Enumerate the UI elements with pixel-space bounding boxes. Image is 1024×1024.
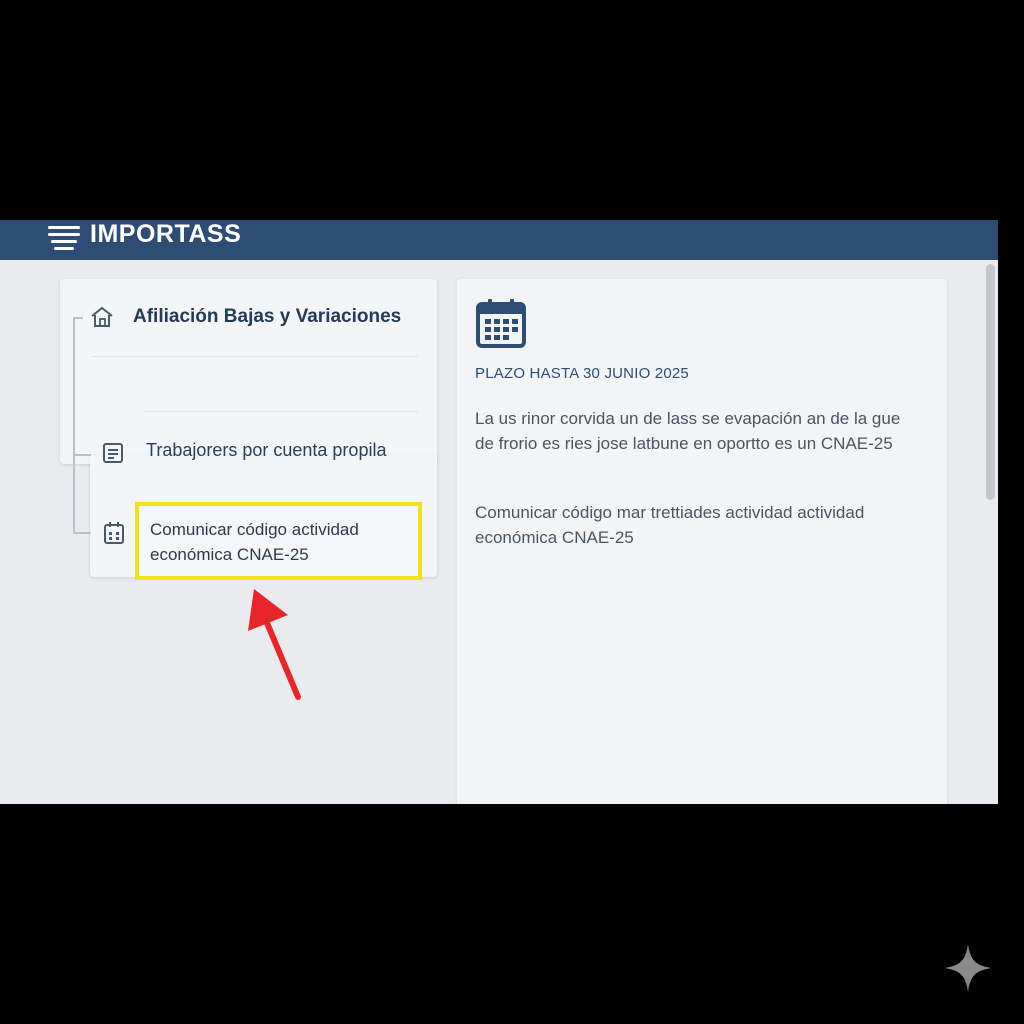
section-title[interactable]: Afiliación Bajas y Variaciones xyxy=(133,306,401,328)
divider xyxy=(92,356,418,357)
app-screen: IMPORTASS Afiliación Bajas y Variaciones… xyxy=(0,220,998,804)
tree-line xyxy=(73,454,75,534)
scrollbar-thumb[interactable] xyxy=(986,264,995,500)
deadline-label: PLAZO HASTA 30 JUNIO 2025 xyxy=(475,365,689,382)
sparkle-icon xyxy=(944,944,992,992)
tree-line xyxy=(73,532,91,534)
arrow-icon xyxy=(248,589,301,700)
tree-line xyxy=(73,317,75,455)
tree-line xyxy=(73,317,83,319)
calendar-icon xyxy=(476,299,526,348)
tree-line xyxy=(73,454,91,456)
top-bar: IMPORTASS xyxy=(0,220,998,260)
detail-paragraph: Comunicar código mar trettiades activida… xyxy=(475,503,865,547)
app-brand: IMPORTASS xyxy=(90,220,242,248)
menu-icon[interactable] xyxy=(48,223,80,250)
detail-paragraph: La us rinor corvida un de lass se evapac… xyxy=(475,409,901,453)
divider xyxy=(144,411,418,412)
sidebar-item-cnae[interactable]: Comunicar código actividad económica CNA… xyxy=(150,517,410,567)
sidebar-item-trabajadores[interactable]: Trabajorers por cuenta propila xyxy=(146,440,386,461)
document-icon xyxy=(103,443,123,463)
calendar-icon xyxy=(104,522,124,544)
home-icon xyxy=(91,307,113,327)
